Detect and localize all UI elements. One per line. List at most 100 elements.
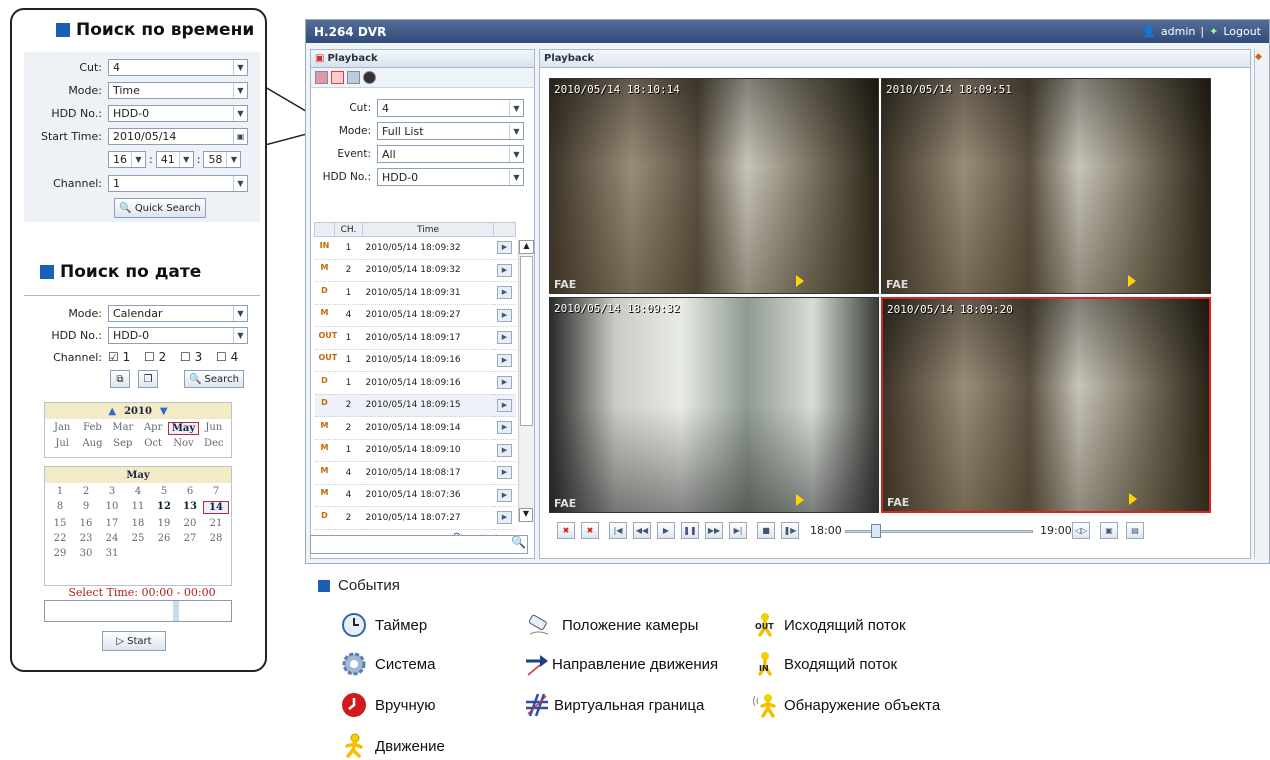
day-cell[interactable]: 4 [125, 486, 151, 497]
hdd-select[interactable]: HDD-0 ▼ [108, 104, 248, 122]
month-mar[interactable]: Mar [108, 422, 138, 435]
event-row[interactable]: M 2 2010/05/14 18:09:14 ▶ [314, 416, 516, 440]
start-button[interactable]: ▷ Start [102, 631, 166, 651]
event-row[interactable]: D 1 2010/05/14 18:09:16 ▶ [314, 371, 516, 395]
event-row[interactable]: OUT 1 2010/05/14 18:09:17 ▶ [314, 326, 516, 350]
play-icon[interactable]: ▶ [497, 488, 512, 502]
fast-forward-icon[interactable]: ▶▶ [705, 522, 723, 539]
day-cell[interactable]: 22 [47, 533, 73, 544]
month-jul[interactable]: Jul [47, 438, 77, 449]
channel-2-checkbox[interactable]: ☐ 2 [144, 350, 180, 364]
event-search-icon[interactable] [315, 71, 328, 84]
minute-select[interactable]: 41 ▼ [155, 150, 194, 168]
play-icon[interactable]: ▶ [497, 286, 512, 300]
month-nov[interactable]: Nov [168, 438, 198, 449]
day-cell[interactable]: 2 [73, 486, 99, 497]
play-icon[interactable]: ▶ [497, 331, 512, 345]
stop-icon[interactable]: ■ [757, 522, 775, 539]
day-cell[interactable]: 16 [73, 518, 99, 529]
event-row[interactable]: M 4 2010/05/14 18:09:27 ▶ [314, 304, 516, 327]
play-icon[interactable]: ▶ [497, 353, 512, 367]
day-cell[interactable]: 31 [99, 548, 125, 559]
lp-cut-select[interactable]: 4 ▼ [377, 99, 524, 117]
month-oct[interactable]: Oct [138, 438, 168, 449]
calendar-mode-select[interactable]: Calendar ▼ [108, 304, 248, 322]
hour-select[interactable]: 16 ▼ [108, 150, 146, 168]
event-row[interactable]: M 2 2010/05/14 18:09:32 ▶ [314, 259, 516, 282]
day-cell[interactable]: 17 [99, 518, 125, 529]
day-cell[interactable]: 6 [177, 486, 203, 497]
day-cell[interactable]: 24 [99, 533, 125, 544]
select-all-button[interactable]: ⧉ [110, 370, 130, 388]
scroll-down-icon[interactable]: ▼ [519, 508, 533, 522]
day-cell[interactable]: 27 [177, 533, 203, 544]
event-row[interactable]: M 4 2010/05/14 18:08:17 ▶ [314, 461, 516, 485]
day-cell[interactable]: 3 [99, 486, 125, 497]
play-icon[interactable]: ▶ [497, 241, 512, 255]
channel-select[interactable]: 1 ▼ [108, 174, 248, 192]
day-cell[interactable]: 1 [47, 486, 73, 497]
day-cell[interactable]: 10 [99, 501, 125, 514]
day-cell[interactable]: 25 [125, 533, 151, 544]
arrow-down-icon[interactable]: ▼ [160, 406, 168, 417]
day-cell[interactable]: 21 [203, 518, 229, 529]
month-aug[interactable]: Aug [77, 438, 107, 449]
play-icon[interactable]: ▶ [497, 398, 512, 412]
event-row[interactable]: OUT 1 2010/05/14 18:09:16 ▶ [314, 349, 516, 372]
play-icon[interactable]: ▶ [657, 522, 675, 539]
play-icon[interactable]: ▶ [497, 443, 512, 457]
day-cell[interactable]: 19 [151, 518, 177, 529]
lp-hdd-select[interactable]: HDD-0 ▼ [377, 168, 524, 186]
cut-select[interactable]: 4 ▼ [108, 58, 248, 76]
clear-all-button[interactable]: ❐ [138, 370, 158, 388]
day-cell[interactable]: 23 [73, 533, 99, 544]
month-dec[interactable]: Dec [199, 438, 229, 449]
backup-icon[interactable] [347, 71, 360, 84]
day-cell[interactable]: 11 [125, 501, 151, 514]
day-cell[interactable]: 15 [47, 518, 73, 529]
first-frame-icon[interactable]: |◀ [609, 522, 627, 539]
second-select[interactable]: 58 ▼ [203, 150, 242, 168]
last-frame-icon[interactable]: ▶| [729, 522, 747, 539]
help-icon[interactable]: ◆ [1255, 52, 1262, 62]
play-icon[interactable]: ▶ [497, 308, 512, 322]
day-cell[interactable]: 5 [151, 486, 177, 497]
close-icon[interactable]: ✖ [581, 522, 599, 539]
timeline-handle[interactable] [871, 524, 881, 538]
zoom-icon[interactable]: ▤ [1126, 522, 1144, 539]
time-range-marker[interactable] [173, 601, 179, 621]
event-list-scrollbar[interactable]: ▲ ▼ [518, 240, 534, 522]
calendar-hdd-select[interactable]: HDD-0 ▼ [108, 326, 248, 344]
snapshot-icon[interactable]: ▣ [1100, 522, 1118, 539]
pause-icon[interactable]: ❚❚ [681, 522, 699, 539]
camera-view-4-selected[interactable]: 2010/05/14 18:09:20 FAE [881, 297, 1211, 513]
scroll-up-icon[interactable]: ▲ [519, 240, 534, 254]
audio-icon[interactable]: ◁▷ [1072, 522, 1090, 539]
calendar-search-button[interactable]: 🔍 Search [184, 370, 244, 388]
hdd-icon[interactable] [363, 71, 376, 84]
rewind-icon[interactable]: ◀◀ [633, 522, 651, 539]
day-cell[interactable]: 29 [47, 548, 73, 559]
day-cell[interactable]: 26 [151, 533, 177, 544]
playback-tab-icon[interactable] [331, 71, 344, 84]
lp-event-select[interactable]: All ▼ [377, 145, 524, 163]
month-apr[interactable]: Apr [138, 422, 168, 435]
month-sep[interactable]: Sep [108, 438, 138, 449]
time-range-bar[interactable] [44, 600, 232, 622]
channel-3-checkbox[interactable]: ☐ 3 [180, 350, 216, 364]
calendar-icon[interactable]: ▣ [233, 128, 247, 144]
mode-select[interactable]: Time ▼ [108, 81, 248, 99]
arrow-up-icon[interactable]: ▲ [108, 406, 116, 417]
play-icon[interactable]: ▶ [497, 263, 512, 277]
stop-all-icon[interactable]: ✖ [557, 522, 575, 539]
month-feb[interactable]: Feb [77, 422, 107, 435]
day-cell[interactable]: 7 [203, 486, 229, 497]
day-cell[interactable]: 13 [177, 501, 203, 514]
event-row[interactable]: M 1 2010/05/14 18:09:10 ▶ [314, 439, 516, 462]
search-input[interactable] [310, 535, 528, 554]
scroll-thumb[interactable] [520, 256, 533, 426]
play-icon[interactable]: ▶ [497, 421, 512, 435]
day-cell[interactable]: 18 [125, 518, 151, 529]
month-jun[interactable]: Jun [199, 422, 229, 435]
channel-4-checkbox[interactable]: ☐ 4 [216, 350, 246, 364]
